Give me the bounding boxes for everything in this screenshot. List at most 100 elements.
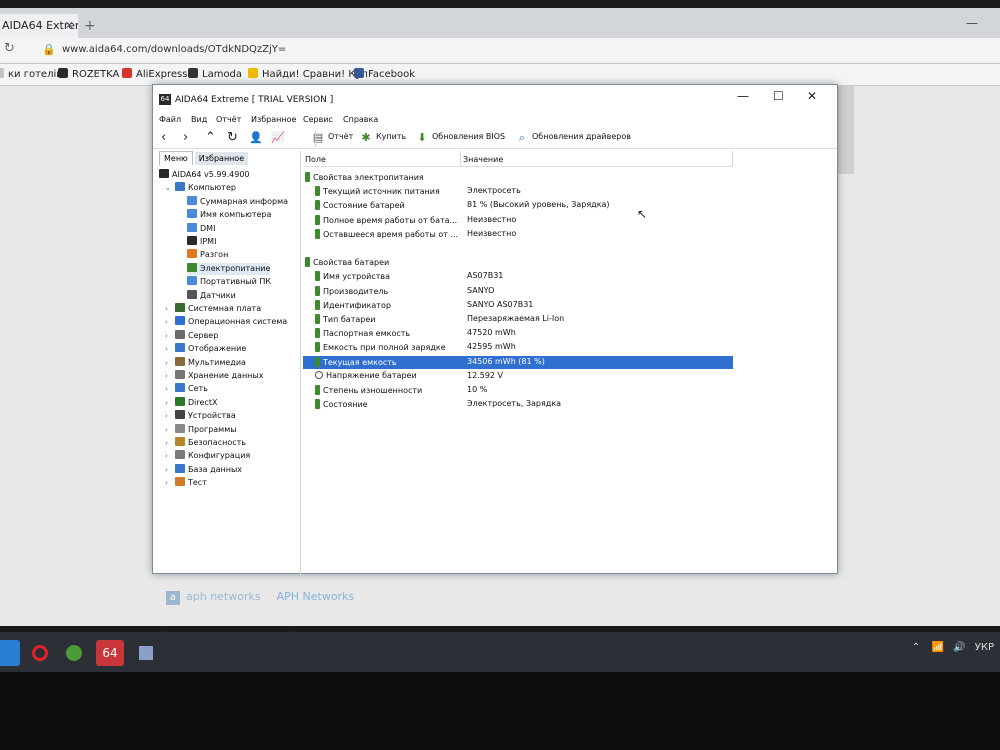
user-icon[interactable]: 👤 (249, 130, 263, 146)
chevron-right-icon[interactable]: › (165, 383, 175, 395)
url-text[interactable]: www.aida64.com/downloads/OTdkNDQzZjY= (62, 44, 286, 55)
chevron-right-icon[interactable]: › (165, 370, 175, 382)
chevron-right-icon[interactable]: › (165, 330, 175, 342)
tree-item[interactable]: › Системная плата (165, 303, 261, 315)
tree-item[interactable]: › Сервер (165, 329, 218, 342)
new-tab-icon[interactable]: + (84, 18, 96, 34)
menu-item[interactable]: Вид (191, 115, 207, 124)
tree-item[interactable]: › Операционная система (165, 316, 287, 328)
chevron-right-icon[interactable]: › (165, 450, 175, 462)
menu-item[interactable]: Файл (159, 115, 181, 124)
toolbar-action-button[interactable]: ▤ Отчёт (311, 132, 353, 144)
browser-tab[interactable]: AIDA64 Extreme ✕ (0, 14, 78, 38)
tree-item[interactable]: Разгон (187, 249, 228, 261)
window-titlebar[interactable]: 64 AIDA64 Extreme [ TRIAL VERSION ] — ☐ … (153, 85, 837, 111)
maximize-icon[interactable]: ☐ (773, 89, 784, 103)
tab-menu[interactable]: Меню (159, 151, 193, 165)
tree-item[interactable]: Имя компьютера (187, 209, 271, 221)
forward-icon[interactable]: › (183, 130, 188, 146)
chevron-right-icon[interactable]: › (165, 410, 175, 422)
table-row[interactable]: Полное время работы от бата... Неизвестно (303, 214, 733, 227)
menu-item[interactable]: Избранное (251, 115, 296, 124)
column-field[interactable]: Поле (305, 155, 326, 164)
table-row[interactable]: Текущий источник питания Электросеть (303, 185, 733, 198)
start-icon[interactable] (0, 640, 20, 666)
toolbar-action-button[interactable]: ✱ Купить (359, 132, 406, 144)
tree-item[interactable]: › Отображение (165, 343, 246, 355)
tab-favorites[interactable]: Избранное (194, 152, 249, 165)
chevron-right-icon[interactable]: › (165, 397, 175, 409)
tree-item[interactable]: Электропитание (187, 262, 271, 275)
refresh-icon[interactable]: ↻ (227, 130, 238, 146)
minimize-icon[interactable]: — (737, 89, 749, 103)
bookmark-item[interactable]: Найди! Сравни! Куп (248, 68, 368, 80)
tree-item[interactable]: IPMI (187, 236, 216, 248)
chart-icon[interactable]: 📈 (271, 130, 285, 146)
tree-item[interactable]: › Хранение данных (165, 370, 263, 382)
chevron-right-icon[interactable]: › (165, 424, 175, 436)
chevron-down-icon[interactable]: ⌄ (165, 182, 175, 194)
aph-link[interactable]: APH Networks (277, 590, 355, 603)
tree-item[interactable]: › Программы (165, 423, 237, 436)
chevron-right-icon[interactable]: › (165, 464, 175, 476)
tree-item[interactable]: › База данных (165, 463, 242, 476)
network-icon[interactable]: 📶 (931, 642, 943, 653)
chevron-right-icon[interactable]: › (165, 357, 175, 369)
tree-item[interactable]: › Конфигурация (165, 450, 250, 462)
chevron-right-icon[interactable]: › (165, 303, 175, 315)
toolbar-action-button[interactable]: ⌕ Обновления драйверов (515, 132, 631, 144)
browser-minimize-icon[interactable]: — (966, 16, 978, 30)
tree-item[interactable]: DMI (187, 222, 215, 235)
bookmark-item[interactable]: ROZETKA (58, 68, 119, 80)
volume-icon[interactable]: 🔊 (953, 642, 965, 653)
table-row[interactable]: Оставшееся время работы от ... Неизвестно (303, 228, 733, 241)
chevron-right-icon[interactable]: › (165, 316, 175, 328)
table-row[interactable]: Состояние Электросеть, Зарядка (303, 398, 733, 411)
column-value[interactable]: Значение (463, 155, 503, 164)
tray-chevron-icon[interactable]: ⌃ (912, 642, 920, 653)
tree-item[interactable]: › Сеть (165, 383, 208, 395)
group-header-row[interactable]: Свойства батареи (303, 256, 733, 269)
address-bar[interactable]: ↻ 🔒 www.aida64.com/downloads/OTdkNDQzZjY… (0, 38, 1000, 64)
bookmark-item[interactable]: AliExpress (122, 68, 187, 80)
chevron-right-icon[interactable]: › (165, 343, 175, 355)
menu-item[interactable]: Отчёт (216, 115, 241, 124)
tree-item[interactable]: › Мультимедиа (165, 356, 246, 369)
tree-item[interactable]: Датчики (187, 289, 236, 302)
bookmark-item[interactable]: Lamoda (188, 68, 242, 80)
tree-item[interactable]: › DirectX (165, 396, 217, 409)
language-indicator[interactable]: УКР (975, 642, 994, 653)
chevron-right-icon[interactable]: › (165, 437, 175, 449)
tree-item[interactable]: Суммарная информа (187, 195, 288, 208)
table-row[interactable]: Состояние батарей 81 % (Высокий уровень, … (303, 199, 733, 212)
table-row[interactable]: Напряжение батареи 12.592 V (303, 370, 733, 383)
tree-item[interactable]: › Устройства (165, 410, 236, 422)
table-row[interactable]: Идентификатор SANYO AS07B31 (303, 299, 733, 312)
group-header-row[interactable]: Свойства электропитания (303, 171, 733, 184)
table-row[interactable]: Имя устройства AS07B31 (303, 270, 733, 283)
up-icon[interactable]: ⌃ (205, 130, 216, 146)
menu-item[interactable]: Сервис (303, 115, 333, 124)
user-app-icon[interactable] (132, 640, 160, 666)
table-row[interactable]: Тип батареи Перезаряжаемая Li-Ion (303, 313, 733, 326)
aph-brand[interactable]: aph networks (186, 590, 261, 603)
column-divider[interactable] (460, 151, 461, 167)
tree-item[interactable]: › Безопасность (165, 437, 246, 449)
aida64-taskbar-icon[interactable]: 64 (96, 640, 124, 666)
tree-item[interactable]: ⌄ Компьютер (165, 182, 236, 194)
close-icon[interactable]: ✕ (807, 89, 817, 103)
bookmark-item[interactable]: Facebook (354, 68, 415, 80)
table-row[interactable]: Производитель SANYO (303, 285, 733, 298)
table-row[interactable]: Степень изношенности 10 % (303, 384, 733, 397)
chrome-icon[interactable] (60, 640, 88, 666)
menu-item[interactable]: Справка (343, 115, 378, 124)
bookmark-item[interactable]: ки готелів (0, 68, 62, 80)
table-row[interactable]: Текущая емкость 34506 mWh (81 %) (303, 355, 733, 369)
reload-icon[interactable]: ↻ (4, 41, 15, 56)
chevron-right-icon[interactable]: › (165, 477, 175, 489)
column-divider[interactable] (732, 151, 733, 167)
opera-icon[interactable] (26, 640, 54, 666)
tree-item[interactable]: › Тест (165, 477, 207, 489)
tree-item[interactable]: Портативный ПК (187, 276, 271, 288)
table-row[interactable]: Емкость при полной зарядке 42595 mWh (303, 341, 733, 354)
